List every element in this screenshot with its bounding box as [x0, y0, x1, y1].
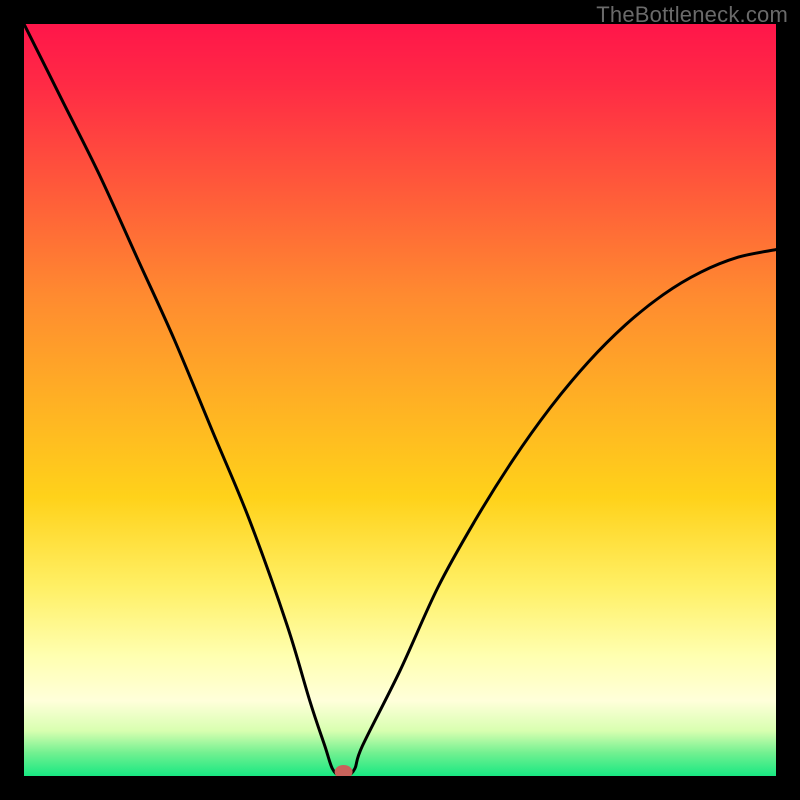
bottleneck-curve [24, 24, 776, 776]
chart-frame: TheBottleneck.com [0, 0, 800, 800]
optimal-point-marker [335, 765, 353, 776]
plot-area [24, 24, 776, 776]
curve-layer [24, 24, 776, 776]
